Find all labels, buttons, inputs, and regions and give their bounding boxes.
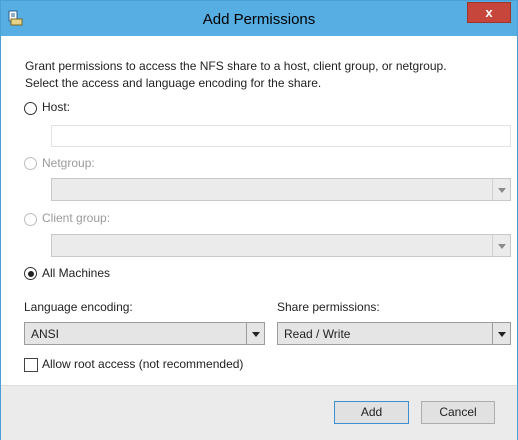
chevron-down-icon[interactable] — [492, 323, 510, 344]
share-permissions-select[interactable]: Read / Write — [277, 322, 511, 345]
language-encoding-select[interactable]: ANSI — [24, 322, 265, 345]
language-encoding-label: Language encoding: — [24, 300, 133, 314]
host-label: Host: — [42, 100, 71, 114]
intro-line-2: Select the access and language encoding … — [25, 76, 322, 90]
client-group-select[interactable] — [51, 234, 511, 257]
dialog-footer: Add Cancel — [1, 385, 517, 440]
close-button[interactable]: x — [467, 2, 511, 23]
allow-root-access-checkbox[interactable] — [24, 358, 38, 372]
add-permissions-dialog: Add Permissions x Grant permissions to a… — [0, 0, 518, 440]
client-group-label: Client group: — [42, 211, 111, 225]
netgroup-radio[interactable] — [24, 157, 37, 170]
allow-root-access-label: Allow root access (not recommended) — [42, 357, 244, 371]
all-machines-label: All Machines — [42, 266, 111, 280]
chevron-down-icon[interactable] — [246, 323, 264, 344]
host-radio[interactable] — [24, 102, 37, 115]
chevron-down-icon[interactable] — [492, 235, 510, 256]
language-encoding-value: ANSI — [31, 327, 60, 341]
add-button[interactable]: Add — [334, 401, 409, 424]
all-machines-radio[interactable] — [24, 267, 37, 280]
share-permissions-label: Share permissions: — [277, 300, 380, 314]
client-group-radio[interactable] — [24, 213, 37, 226]
close-icon: x — [485, 5, 493, 20]
cancel-button[interactable]: Cancel — [421, 401, 495, 424]
intro-line-1: Grant permissions to access the NFS shar… — [25, 59, 447, 73]
intro-text: Grant permissions to access the NFS shar… — [25, 58, 505, 92]
netgroup-label: Netgroup: — [42, 156, 95, 170]
chevron-down-icon[interactable] — [492, 179, 510, 200]
title-bar: Add Permissions x — [1, 1, 517, 36]
netgroup-select[interactable] — [51, 178, 511, 201]
share-permissions-value: Read / Write — [284, 327, 351, 341]
dialog-title: Add Permissions — [202, 11, 316, 28]
host-input[interactable] — [51, 125, 511, 147]
